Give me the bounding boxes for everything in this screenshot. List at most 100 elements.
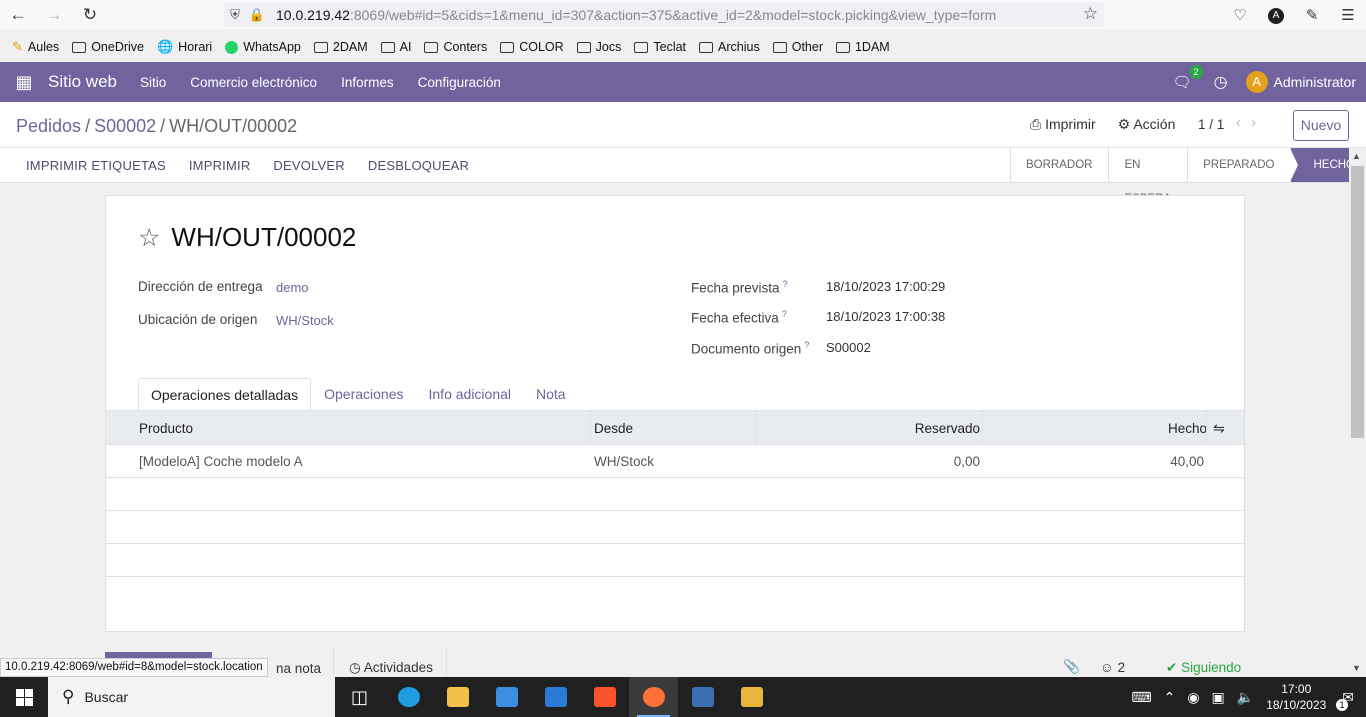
- store-icon[interactable]: [482, 677, 531, 717]
- activities-button[interactable]: ◷ Actividades: [349, 660, 433, 676]
- reload-icon[interactable]: ↻: [72, 0, 108, 29]
- chat-icon[interactable]: 🗨 2: [1173, 65, 1203, 91]
- bookmark-star-icon[interactable]: ☆: [1083, 4, 1098, 24]
- bookmark-jocs[interactable]: Jocs: [576, 40, 621, 54]
- field-label-delivery: Dirección de entrega: [138, 279, 263, 294]
- url-text[interactable]: 10.0.219.42:8069/web#id=5&cids=1&menu_id…: [276, 7, 996, 23]
- pager-prev-icon[interactable]: ‹: [1236, 114, 1251, 131]
- globe-icon: 🌐: [156, 39, 174, 54]
- bookmark-archius[interactable]: Archius: [699, 40, 760, 54]
- taskbar-clock[interactable]: 17:00 18/10/2023: [1266, 681, 1326, 713]
- file-explorer-icon[interactable]: [433, 677, 482, 717]
- new-button[interactable]: Nuevo: [1293, 110, 1349, 141]
- scroll-thumb[interactable]: [1351, 166, 1364, 438]
- table-row[interactable]: [ModeloA] Coche modelo A WH/Stock 0,00 4…: [106, 445, 1244, 478]
- insecure-lock-icon[interactable]: 🔒: [246, 7, 268, 23]
- extensions-icon[interactable]: ✎: [1294, 6, 1330, 24]
- pager-value[interactable]: 1 / 1: [1198, 117, 1224, 132]
- menu-configuracion[interactable]: Configuración: [418, 75, 501, 90]
- bookmark-conters[interactable]: Conters: [424, 40, 487, 54]
- tab-additional-info[interactable]: Info adicional: [417, 378, 524, 411]
- shield-icon[interactable]: ⛨: [224, 7, 246, 23]
- print-button[interactable]: IMPRIMIR: [189, 158, 251, 173]
- help-icon[interactable]: ?: [804, 340, 809, 350]
- firefox-icon[interactable]: [629, 677, 678, 717]
- print-dropdown[interactable]: ⎙ Imprimir: [1030, 116, 1096, 133]
- breadcrumb-pedidos[interactable]: Pedidos: [16, 116, 81, 136]
- bookmark-teclat[interactable]: Teclat: [634, 40, 686, 54]
- folder-icon: [699, 41, 714, 53]
- activity-clock-icon[interactable]: ◷: [1214, 72, 1228, 92]
- start-button[interactable]: [0, 677, 48, 717]
- tab-note[interactable]: Nota: [524, 378, 578, 411]
- priority-star-icon[interactable]: ☆: [138, 223, 160, 253]
- back-icon[interactable]: ←: [0, 0, 36, 29]
- bookmark-horari[interactable]: 🌐 Horari: [157, 39, 212, 55]
- apps-grid-icon[interactable]: ▦: [0, 62, 48, 102]
- edge-icon[interactable]: [384, 677, 433, 717]
- meet-icon[interactable]: ◉: [1187, 689, 1199, 706]
- bookmark-other[interactable]: Other: [772, 40, 823, 54]
- column-producto[interactable]: Producto: [139, 421, 193, 436]
- app-name[interactable]: Sitio web: [48, 72, 117, 92]
- profile-avatar[interactable]: A: [1258, 5, 1294, 24]
- help-icon[interactable]: ?: [782, 309, 787, 319]
- brave-icon[interactable]: [580, 677, 629, 717]
- bookmark-onedrive[interactable]: OneDrive: [72, 40, 144, 54]
- scroll-up-icon[interactable]: ▲: [1352, 151, 1361, 161]
- bookmark-2dam[interactable]: 2DAM: [313, 40, 368, 54]
- column-desde[interactable]: Desde: [594, 421, 633, 436]
- column-hecho[interactable]: Hecho: [1168, 421, 1207, 436]
- field-source-location[interactable]: WH/Stock: [276, 313, 334, 328]
- help-icon[interactable]: ?: [783, 279, 788, 289]
- field-origin-document: S00002: [826, 340, 871, 355]
- user-name[interactable]: Administrator: [1274, 74, 1356, 90]
- mail-icon[interactable]: [531, 677, 580, 717]
- gear-icon: ⚙: [1117, 116, 1131, 132]
- tab-operations[interactable]: Operaciones: [312, 378, 415, 411]
- menu-comercio[interactable]: Comercio electrónico: [190, 75, 317, 90]
- folder-icon: [835, 41, 850, 53]
- unlock-button[interactable]: DESBLOQUEAR: [368, 158, 469, 173]
- page-scrollbar[interactable]: ▲ ▼: [1349, 148, 1366, 676]
- keyboard-layout-icon[interactable]: ⌨: [1131, 689, 1151, 706]
- followers-button[interactable]: ☺ 2: [1100, 660, 1125, 675]
- user-avatar[interactable]: A: [1245, 71, 1268, 93]
- column-reservado[interactable]: Reservado: [915, 421, 980, 436]
- task-view-icon[interactable]: ◫: [335, 677, 384, 717]
- action-dropdown[interactable]: ⚙ Acción: [1118, 116, 1176, 133]
- attachment-icon[interactable]: 📎: [1063, 659, 1080, 675]
- form-sheet: ☆ WH/OUT/00002 Dirección de entrega demo…: [105, 195, 1245, 632]
- print-labels-button[interactable]: IMPRIMIR ETIQUETAS: [26, 158, 166, 173]
- forward-icon[interactable]: →: [36, 0, 72, 29]
- pocket-icon[interactable]: ♡: [1222, 6, 1258, 24]
- field-label-origin: Documento origen?: [691, 340, 810, 357]
- scroll-down-icon[interactable]: ▼: [1352, 663, 1361, 673]
- taskbar-search[interactable]: ⚲ Buscar: [48, 677, 335, 717]
- tab-detailed-operations[interactable]: Operaciones detalladas: [138, 378, 312, 411]
- notifications-icon[interactable]: ✉ 1: [1336, 689, 1354, 711]
- chevron-up-icon[interactable]: ⌃: [1164, 689, 1176, 706]
- following-button[interactable]: ✔ Siguiendo: [1166, 660, 1241, 676]
- menu-informes[interactable]: Informes: [341, 75, 394, 90]
- bookmark-aules[interactable]: ✎ Aules: [12, 39, 59, 55]
- network-icon[interactable]: ▣: [1212, 689, 1225, 706]
- menu-sitio[interactable]: Sitio: [140, 75, 166, 90]
- field-delivery-address[interactable]: demo: [276, 280, 309, 295]
- bookmark-whatsapp[interactable]: WhatsApp: [225, 40, 301, 54]
- virtualbox-icon[interactable]: [678, 677, 727, 717]
- bookmark-1dam[interactable]: 1DAM: [835, 40, 890, 54]
- bookmark-color[interactable]: COLOR: [500, 40, 564, 54]
- breadcrumb-order[interactable]: S00002: [94, 116, 156, 136]
- folder-icon: [576, 41, 591, 53]
- menu-icon[interactable]: ☰: [1330, 6, 1366, 24]
- address-bar[interactable]: ⛨ 🔒 10.0.219.42:8069/web#id=5&cids=1&men…: [224, 2, 1104, 27]
- volume-icon[interactable]: 🔈: [1237, 689, 1254, 706]
- terminal-app-icon[interactable]: [727, 677, 776, 717]
- pager-next-icon[interactable]: ›: [1251, 114, 1266, 131]
- bookmark-ai[interactable]: AI: [380, 40, 411, 54]
- return-button[interactable]: DEVOLVER: [273, 158, 344, 173]
- search-icon: ⚲: [62, 687, 75, 706]
- optional-columns-icon[interactable]: ⇋: [1213, 420, 1225, 437]
- log-note-button[interactable]: na nota: [276, 661, 321, 676]
